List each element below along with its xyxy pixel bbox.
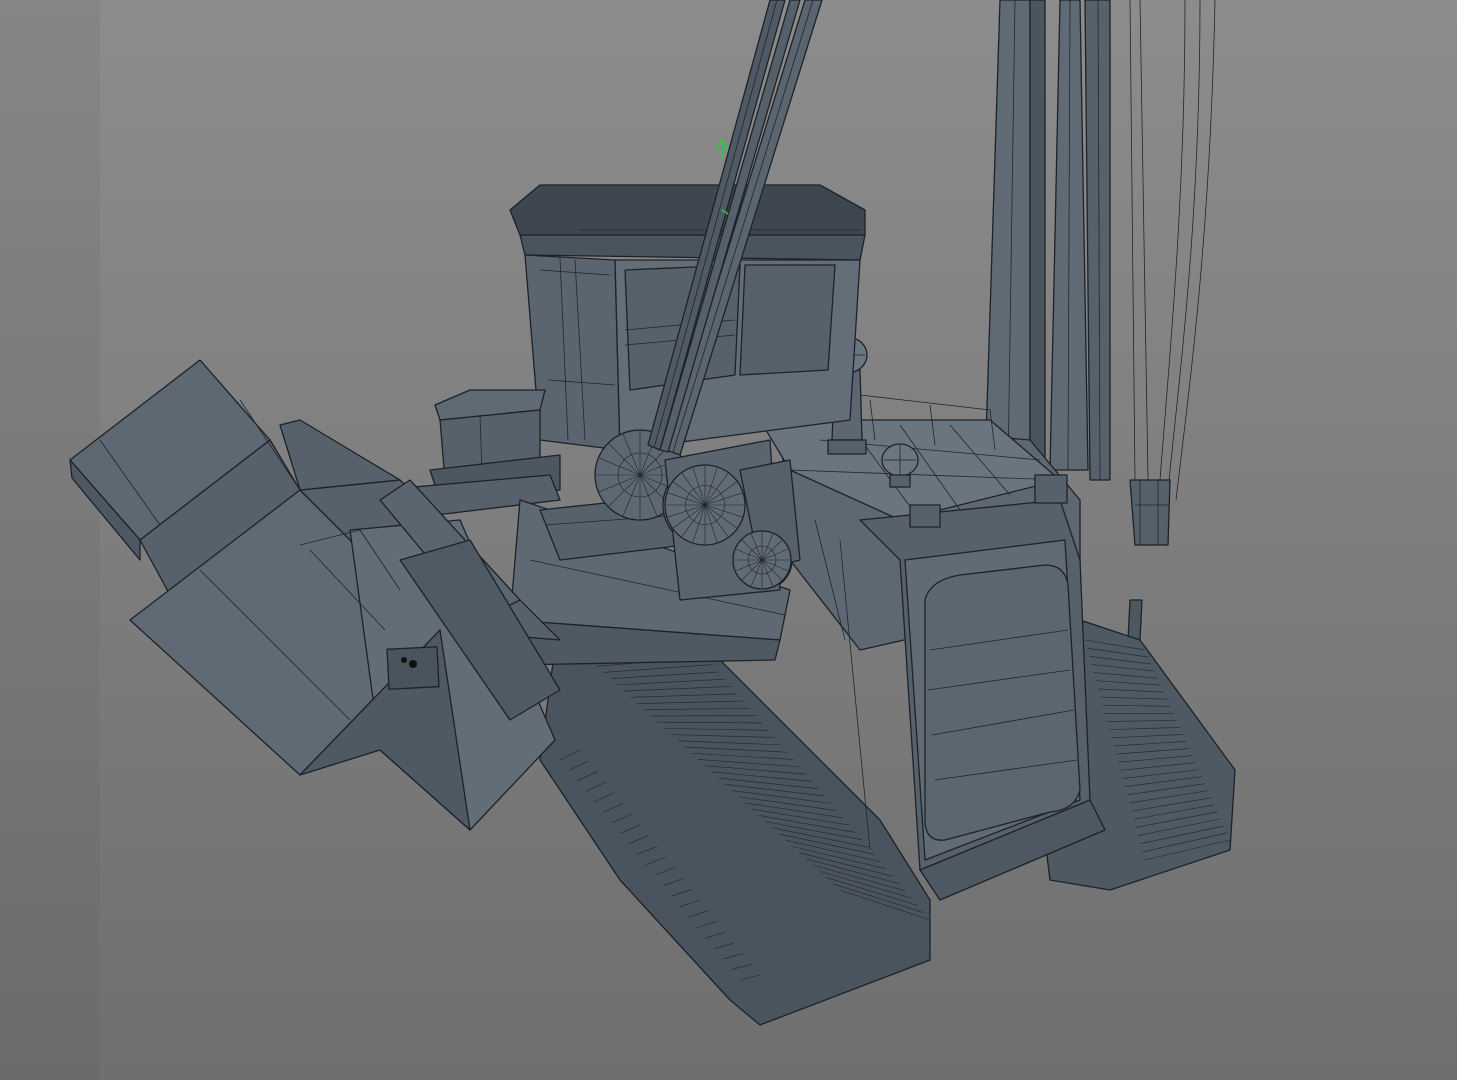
scene-canvas[interactable]	[0, 0, 1457, 1080]
left-crawler-track[interactable]	[539, 609, 931, 1026]
3d-viewport[interactable]: pipelayer-crawler-tractor wireframe-on-s…	[0, 0, 1457, 1080]
